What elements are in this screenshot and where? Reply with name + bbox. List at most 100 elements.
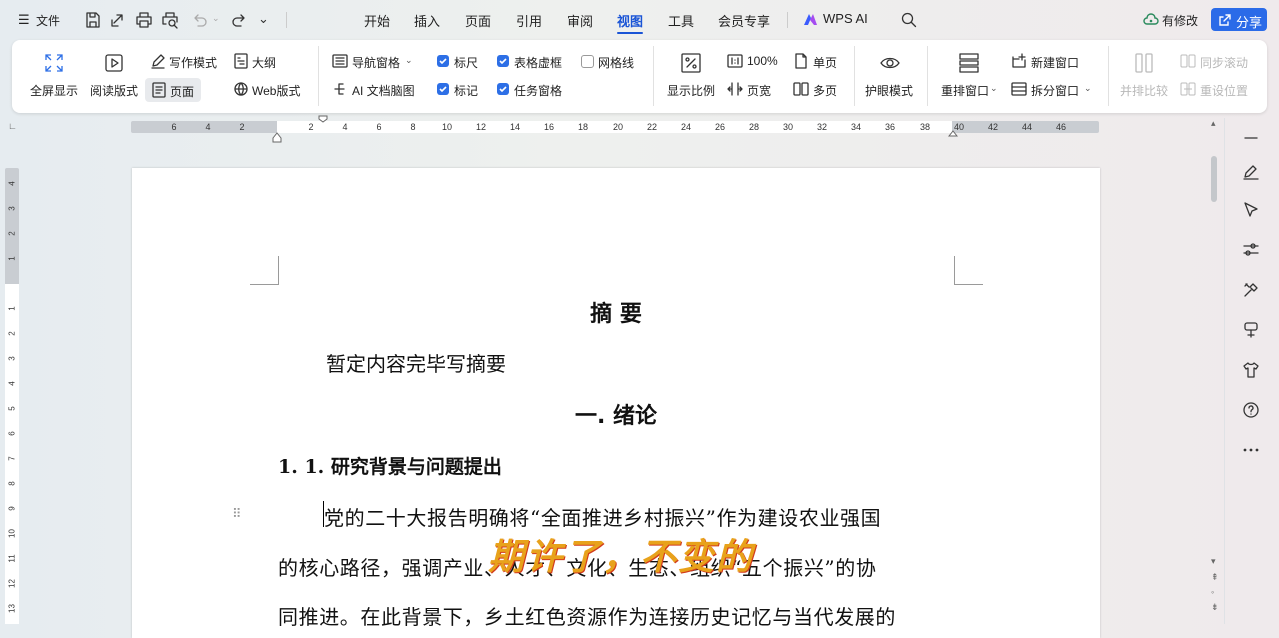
cloud-status[interactable]: 有修改 — [1143, 11, 1203, 29]
nav-pane-button[interactable]: 导航窗格 ⌄ — [332, 52, 418, 72]
gridlines-checkbox[interactable]: 网格线 — [581, 53, 641, 71]
tab-page[interactable]: 页面 — [465, 11, 491, 30]
ruler-tab-selector-icon[interactable]: ∟ — [8, 121, 17, 131]
page-mode-button[interactable]: 页面 — [145, 78, 201, 102]
scroll-down-icon[interactable]: ▾ — [1211, 556, 1216, 567]
first-line-indent-marker-icon[interactable] — [318, 115, 328, 123]
tab-home[interactable]: 开始 — [364, 11, 390, 30]
new-window-button[interactable]: 新建窗口 — [1011, 52, 1083, 72]
ribbon-divider — [1108, 46, 1109, 106]
nav-pane-icon — [332, 54, 348, 68]
margin-corner-top-right — [954, 256, 983, 285]
single-page-button[interactable]: 单页 — [793, 52, 843, 72]
multi-page-icon — [793, 82, 809, 96]
pen-icon[interactable] — [1241, 162, 1261, 182]
checkbox-unchecked-icon — [581, 55, 594, 68]
select-pointer-icon[interactable] — [1241, 200, 1261, 220]
menu-label: 文件 — [36, 14, 61, 28]
task-pane-checkbox[interactable]: 任务窗格 — [497, 81, 569, 99]
ai-mindmap-button[interactable]: AI 文档脑图 — [332, 80, 422, 100]
pen-icon — [151, 54, 165, 69]
eye-care-button[interactable]: 护眼模式 — [862, 50, 918, 102]
scrollbar-thumb[interactable] — [1211, 156, 1217, 202]
ribbon-divider — [318, 46, 319, 106]
print-icon[interactable] — [135, 11, 153, 29]
scroll-up-icon[interactable]: ▴ — [1211, 118, 1216, 129]
active-tab-indicator — [617, 32, 643, 34]
split-window-icon — [1011, 82, 1027, 96]
vertical-ruler[interactable]: 4 3 2 1 1 2 3 4 5 6 7 8 9 10 11 12 13 — [5, 168, 19, 624]
ribbon-divider — [854, 46, 855, 106]
watermark-overlay: 期许了，不变的 — [488, 536, 755, 578]
outline-button[interactable]: 大纲 — [233, 52, 283, 72]
rearrange-button[interactable]: 重排窗口 ⌄ — [938, 50, 1004, 102]
right-indent-marker-icon[interactable] — [948, 129, 958, 137]
tab-view[interactable]: 视图 — [617, 11, 643, 30]
fullscreen-icon — [45, 54, 63, 72]
eye-icon — [880, 57, 900, 69]
document-page[interactable]: 摘 要 暂定内容完毕写摘要 一. 绪论 1. 1. 研究背景与问题提出 ⠿ 党的… — [132, 168, 1100, 638]
globe-icon — [234, 82, 248, 96]
previous-page-icon[interactable]: ⇞ — [1211, 572, 1219, 583]
tab-tools[interactable]: 工具 — [668, 11, 694, 30]
redo-icon[interactable] — [230, 11, 248, 29]
share-icon — [1219, 14, 1231, 26]
zoom-100-button[interactable]: 100% — [727, 52, 783, 72]
tab-member[interactable]: 会员专享 — [718, 11, 770, 30]
table-gridlines-checkbox[interactable]: 表格虚框 — [497, 53, 569, 71]
fullscreen-button[interactable]: 全屏显示 — [26, 50, 82, 102]
undo-dropdown-icon[interactable]: ⌄ — [212, 13, 220, 24]
reset-position-button[interactable]: 重设位置 — [1180, 80, 1256, 100]
tools-icon[interactable] — [1241, 280, 1261, 300]
chevron-down-icon: ⌄ — [405, 55, 413, 65]
tab-divider — [787, 12, 788, 28]
margin-corner-top-left — [250, 256, 279, 285]
ruler-checkbox[interactable]: 标尺 — [437, 53, 487, 71]
more-icon[interactable] — [1241, 440, 1261, 460]
paragraph-drag-handle-icon[interactable]: ⠿ — [232, 506, 241, 522]
page-icon — [152, 82, 166, 98]
heading-1: 一. 绪论 — [574, 404, 658, 429]
heading-2: 1. 1. 研究背景与问题提出 — [278, 456, 502, 478]
export-icon[interactable] — [109, 11, 127, 29]
ribbon-view: 全屏显示 阅读版式 写作模式 页面 大纲 Web版式 导航窗格 ⌄ AI 文档脑… — [12, 40, 1267, 113]
tab-wps-ai[interactable]: WPS AI — [802, 11, 877, 29]
reading-mode-button[interactable]: 阅读版式 — [88, 50, 144, 102]
menu-button[interactable]: ☰ 文件 — [18, 11, 64, 29]
writing-mode-button[interactable]: 写作模式 — [150, 52, 222, 72]
undo-icon[interactable] — [191, 11, 209, 29]
cloud-sync-icon — [1143, 13, 1159, 25]
tab-insert[interactable]: 插入 — [414, 11, 440, 30]
side-by-side-icon — [1135, 53, 1153, 73]
next-page-icon[interactable]: ⇟ — [1211, 602, 1219, 613]
print-preview-icon[interactable] — [161, 11, 179, 29]
share-button[interactable]: 分享 — [1211, 8, 1267, 31]
multi-page-button[interactable]: 多页 — [793, 80, 843, 100]
more-dropdown-icon[interactable]: ⌄ — [258, 11, 269, 27]
select-browse-object-icon[interactable]: ◦ — [1211, 587, 1214, 597]
split-window-button[interactable]: 拆分窗口 ⌄ — [1011, 80, 1097, 100]
shirt-icon[interactable] — [1241, 360, 1261, 380]
web-layout-button[interactable]: Web版式 — [233, 80, 309, 100]
vertical-scrollbar[interactable] — [1209, 150, 1221, 610]
search-icon[interactable] — [900, 11, 918, 29]
abstract-title: 摘 要 — [590, 302, 642, 327]
tab-review[interactable]: 审阅 — [567, 11, 593, 30]
single-page-icon — [795, 53, 807, 69]
left-indent-marker-icon[interactable] — [272, 131, 282, 143]
side-by-side-button[interactable]: 并排比较 — [1116, 50, 1172, 102]
checkbox-checked-icon — [437, 55, 449, 67]
ribbon-divider — [653, 46, 654, 106]
toolbar-divider — [286, 12, 287, 28]
help-icon[interactable] — [1241, 400, 1261, 420]
save-icon[interactable] — [84, 11, 102, 29]
adjust-sliders-icon[interactable] — [1241, 240, 1261, 260]
rearrange-icon — [959, 53, 979, 73]
format-brush-icon[interactable] — [1241, 320, 1261, 340]
sync-scroll-button[interactable]: 同步滚动 — [1180, 52, 1256, 72]
marks-checkbox[interactable]: 标记 — [437, 81, 487, 99]
zoom-button[interactable]: 显示比例 — [664, 50, 718, 102]
tab-references[interactable]: 引用 — [516, 11, 542, 30]
collapse-panel-icon[interactable] — [1241, 128, 1261, 148]
page-width-button[interactable]: 页宽 — [727, 80, 783, 100]
